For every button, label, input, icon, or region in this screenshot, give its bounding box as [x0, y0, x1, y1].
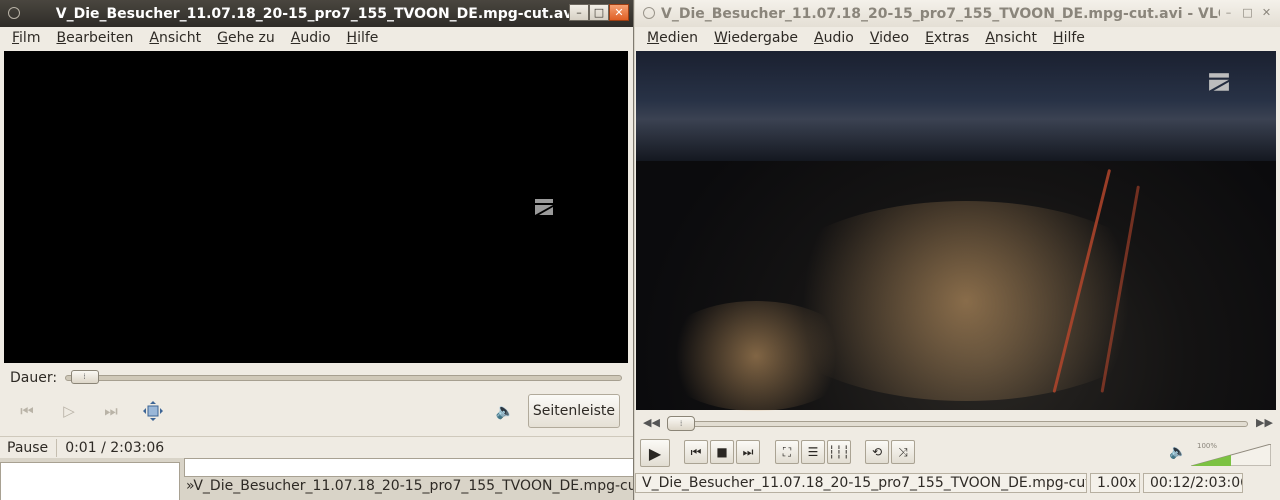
previous-icon[interactable]: ⏮: [16, 400, 38, 422]
window-menu-icon[interactable]: [643, 7, 655, 19]
loop-button[interactable]: ⟲: [865, 440, 889, 464]
vlc-titlebar[interactable]: V_Die_Besucher_11.07.18_20-15_pro7_155_T…: [635, 0, 1280, 27]
shuffle-button[interactable]: ⤨: [891, 440, 915, 464]
previous-icon: ⏮: [690, 444, 702, 459]
menu-extras[interactable]: Extras: [917, 30, 977, 46]
menu-hilfe[interactable]: Hilfe: [339, 30, 387, 46]
rewind-icon[interactable]: ◀◀: [643, 416, 660, 429]
play-icon: ▶: [648, 443, 662, 463]
background-pane: [0, 462, 180, 500]
menu-ansicht[interactable]: Ansicht: [977, 30, 1045, 46]
background-field: [184, 458, 633, 477]
menu-medien[interactable]: Medien: [639, 30, 706, 46]
fullscreen-button[interactable]: ⛶: [775, 440, 799, 464]
status-filename: V_Die_Besucher_11.07.18_20-15_pro7_155_T…: [635, 473, 1087, 493]
video-area[interactable]: [4, 51, 628, 363]
fullscreen-icon[interactable]: [140, 398, 166, 424]
minimize-button[interactable]: –: [1219, 4, 1238, 21]
stop-button[interactable]: ■: [710, 440, 734, 464]
status-state: Pause: [7, 440, 49, 456]
statusbar: Pause 0:01 / 2:03:06: [0, 436, 633, 459]
fullscreen-icon: ⛶: [782, 444, 792, 459]
menu-wiedergabe[interactable]: Wiedergabe: [706, 30, 806, 46]
play-icon[interactable]: ▷: [58, 400, 80, 422]
totem-window: V_Die_Besucher_11.07.18_20-15_pro7_155_T…: [0, 0, 634, 500]
status-time[interactable]: 00:12/2:03:06: [1143, 473, 1243, 493]
maximize-button[interactable]: □: [1238, 4, 1257, 21]
status-speed[interactable]: 1.00x: [1090, 473, 1140, 493]
status-divider: [56, 439, 58, 457]
seek-handle[interactable]: ⁞: [70, 370, 99, 384]
background-window: »V_Die_Besucher_11.07.18_20-15_pro7_155_…: [0, 458, 633, 500]
status-time: 0:01 / 2:03:06: [65, 440, 165, 456]
seek-row: ◀◀ ⁞ ▶▶: [635, 414, 1280, 432]
window-title: V_Die_Besucher_11.07.18_20-15_pro7_155_T…: [661, 5, 1220, 22]
video-sky: [636, 51, 1276, 161]
controls: ⏮ ▷ ⏭ 🔈 Seitenleiste: [10, 394, 622, 428]
pro7-logo: [534, 197, 554, 217]
menu-hilfe[interactable]: Hilfe: [1045, 30, 1093, 46]
vlc-window: V_Die_Besucher_11.07.18_20-15_pro7_155_T…: [635, 0, 1280, 500]
pro7-logo: [1208, 71, 1230, 93]
next-icon[interactable]: ⏭: [100, 400, 122, 422]
menubar: Film Bearbeiten Ansicht Gehe zu Audio Hi…: [0, 27, 633, 49]
menu-gehe-zu[interactable]: Gehe zu: [209, 30, 283, 46]
next-button[interactable]: ⏭: [736, 440, 760, 464]
seek-handle[interactable]: ⁞: [667, 416, 696, 431]
seek-label: Dauer:: [10, 370, 58, 386]
menu-bearbeiten[interactable]: Bearbeiten: [48, 30, 141, 46]
forward-icon[interactable]: ▶▶: [1256, 416, 1273, 429]
statusbar: V_Die_Besucher_11.07.18_20-15_pro7_155_T…: [635, 472, 1280, 494]
previous-button[interactable]: ⏮: [684, 440, 708, 464]
menu-ansicht[interactable]: Ansicht: [141, 30, 209, 46]
seek-bar[interactable]: ⁞: [667, 416, 1248, 431]
sidebar-button[interactable]: Seitenleiste: [527, 394, 620, 428]
maximize-button[interactable]: □: [589, 4, 609, 21]
next-icon: ⏭: [742, 444, 754, 459]
shuffle-icon: ⤨: [898, 444, 908, 459]
menu-film[interactable]: Film: [4, 30, 48, 46]
equalizer-button[interactable]: ┆┆┆: [827, 440, 851, 464]
close-button[interactable]: ✕: [609, 4, 629, 21]
close-button[interactable]: ✕: [1257, 4, 1276, 21]
playlist-icon: ☰: [807, 445, 819, 459]
volume-percent: 100%: [1197, 442, 1218, 450]
menu-video[interactable]: Video: [862, 30, 917, 46]
seek-bar[interactable]: ⁞: [65, 370, 622, 384]
play-button[interactable]: ▶: [640, 439, 670, 467]
video-area[interactable]: [636, 51, 1276, 411]
totem-titlebar[interactable]: V_Die_Besucher_11.07.18_20-15_pro7_155_T…: [0, 0, 633, 27]
minimize-button[interactable]: –: [569, 4, 589, 21]
menu-audio[interactable]: Audio: [283, 30, 339, 46]
volume-icon[interactable]: 🔈: [494, 400, 516, 422]
menubar: Medien Wiedergabe Audio Video Extras Ans…: [635, 27, 1280, 49]
menu-audio[interactable]: Audio: [806, 30, 862, 46]
background-filename[interactable]: »V_Die_Besucher_11.07.18_20-15_pro7_155_…: [186, 478, 633, 494]
loop-icon: ⟲: [871, 445, 883, 459]
volume-control[interactable]: 🔈 100%: [1169, 442, 1279, 468]
city-lights-left: [656, 301, 856, 411]
seek-row: Dauer: ⁞: [10, 368, 622, 388]
playlist-button[interactable]: ☰: [801, 440, 825, 464]
equalizer-icon: ┆┆┆: [828, 445, 850, 459]
window-title: V_Die_Besucher_11.07.18_20-15_pro7_155_T…: [55, 5, 578, 22]
stop-icon: ■: [716, 445, 728, 459]
volume-icon[interactable]: 🔈: [1169, 444, 1186, 460]
